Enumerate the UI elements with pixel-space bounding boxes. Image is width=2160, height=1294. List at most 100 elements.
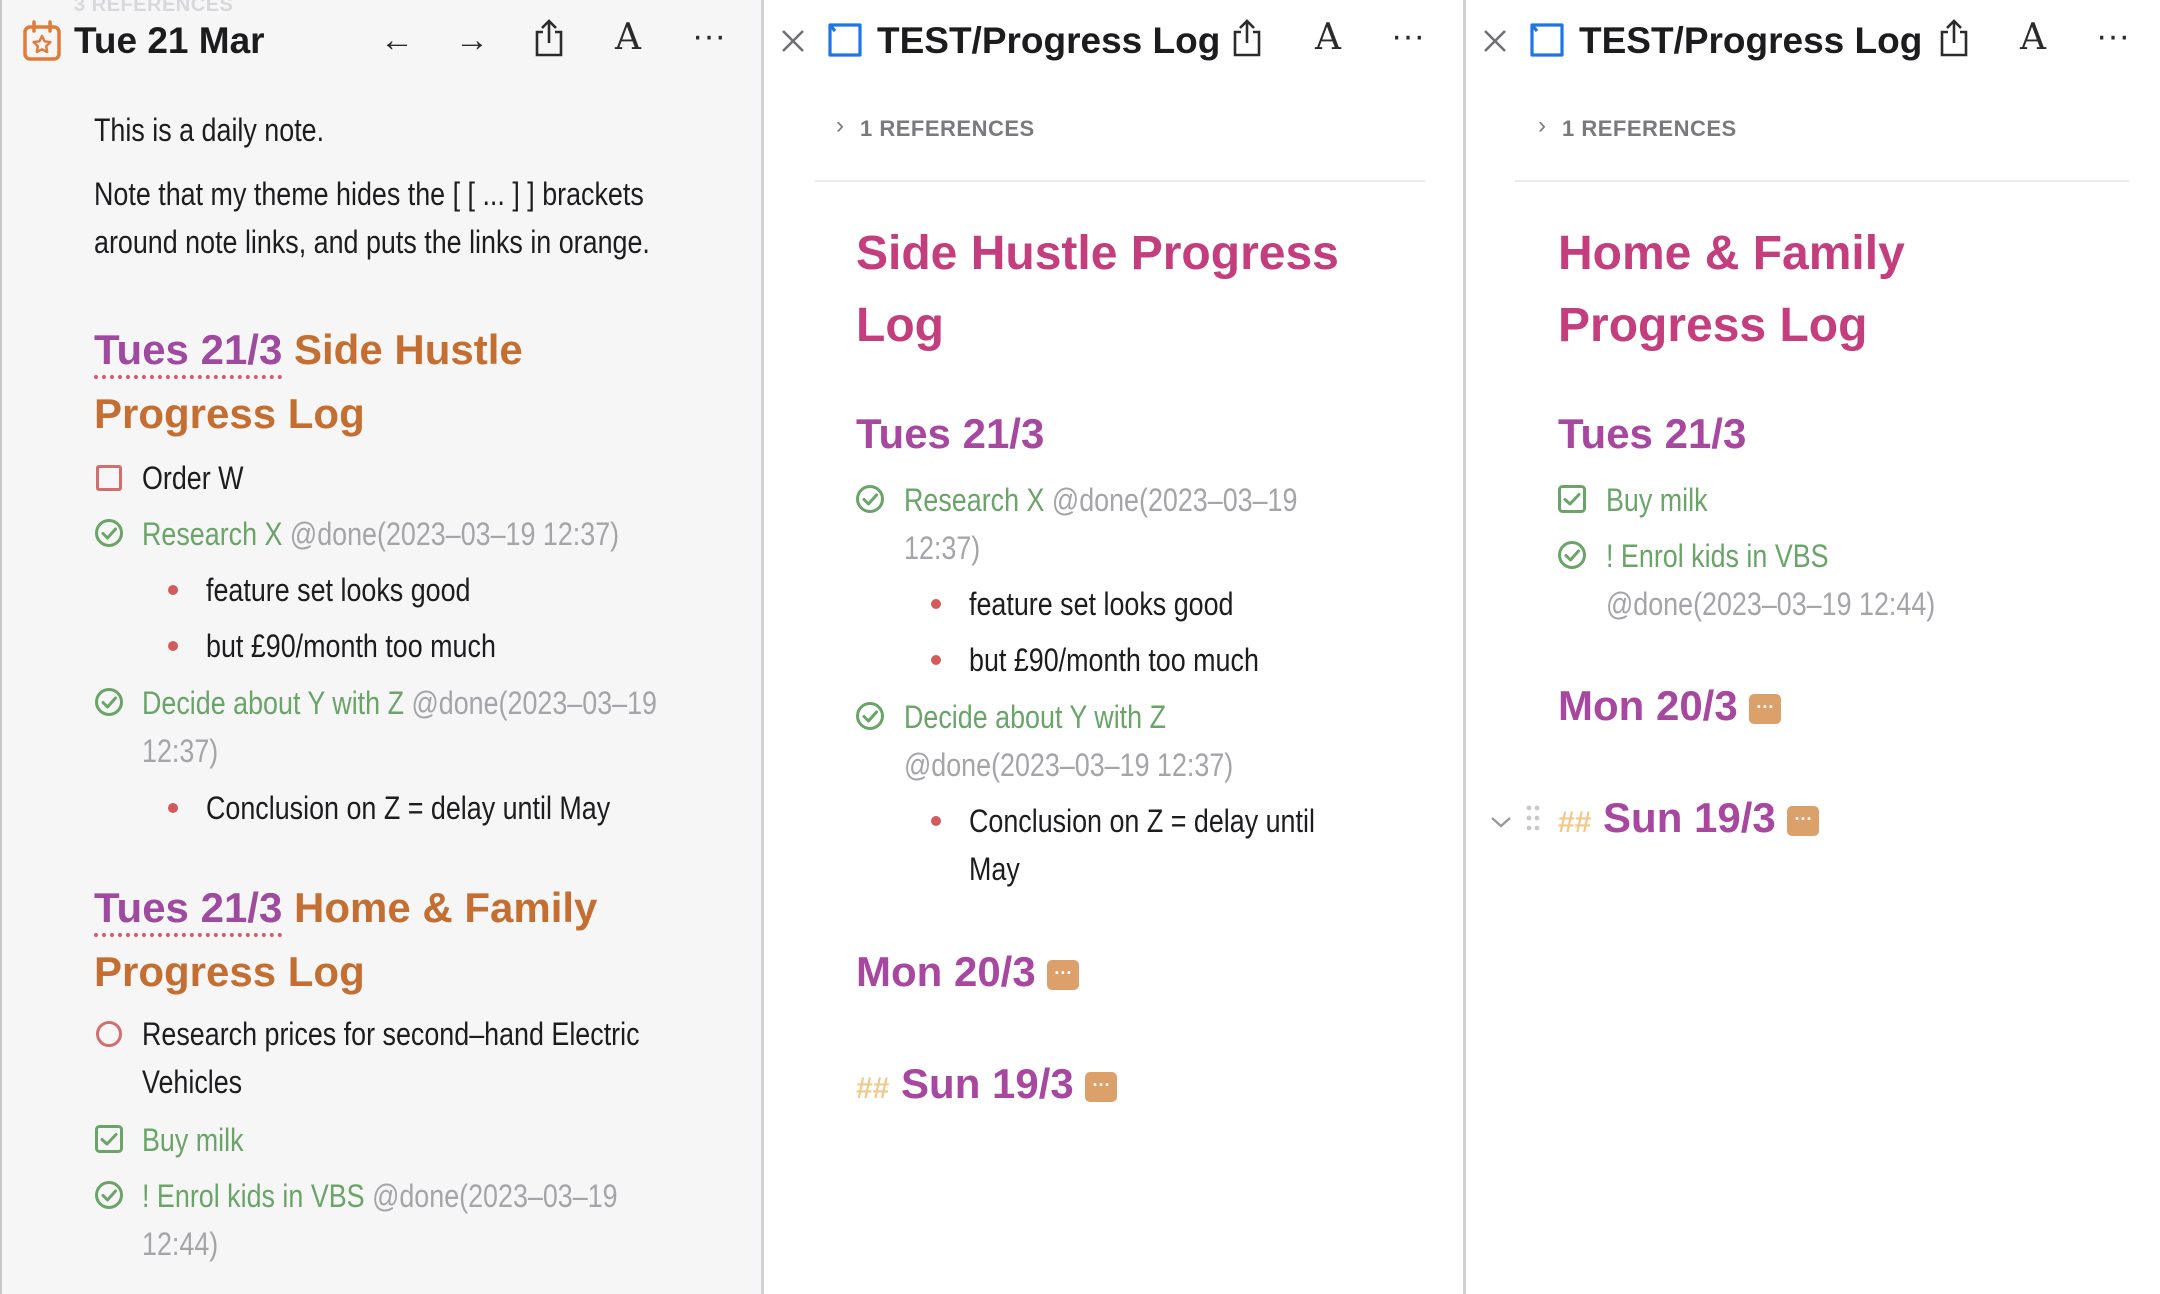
- done-check-icon[interactable]: [855, 701, 885, 736]
- arrow-left-icon[interactable]: ←: [375, 20, 419, 60]
- pane-title: TEST/Progress Log: [877, 20, 1221, 61]
- bullet-text: feature set looks good: [206, 572, 471, 608]
- intro-line: around note links, and puts the links in…: [94, 224, 650, 260]
- note-link[interactable]: Home & Family: [282, 884, 597, 931]
- note-title: Log: [856, 299, 944, 352]
- date-link[interactable]: Tues 21/3: [94, 884, 283, 937]
- close-icon[interactable]: [1481, 22, 1509, 62]
- more-icon[interactable]: ···: [1386, 16, 1430, 56]
- references-toggle[interactable]: 1 REFERENCES: [1562, 116, 1737, 142]
- task-text: ! Enrol kids in VBS: [1606, 538, 1829, 574]
- divider: [1515, 180, 2129, 182]
- font-icon[interactable]: A: [1306, 18, 1350, 58]
- date-heading-text: Sun 19/3: [901, 1060, 1074, 1107]
- done-check-icon[interactable]: [94, 1180, 124, 1215]
- heading-link-side-hustle[interactable]: Tues 21/3 Side Hustle: [94, 318, 523, 382]
- arrow-right-icon[interactable]: →: [450, 20, 494, 60]
- heading-link-home-family[interactable]: Tues 21/3 Home & Family: [94, 876, 597, 940]
- checklist-done-icon[interactable]: [1557, 484, 1587, 519]
- more-icon[interactable]: ···: [687, 16, 731, 56]
- calendar-icon: [22, 20, 62, 67]
- document-icon: [825, 22, 865, 63]
- date-link[interactable]: Tues 21/3: [94, 326, 283, 379]
- markdown-hash: ##: [1558, 806, 1592, 839]
- daily-note-pane: 3 REFERENCES Tue 21 Mar ← → A ··· This i…: [0, 0, 764, 1294]
- done-tag: @done(2023–03–19: [372, 1178, 618, 1214]
- done-check-icon[interactable]: [94, 518, 124, 553]
- bullet-text: Conclusion on Z = delay until May: [206, 790, 611, 826]
- side-hustle-pane: TEST/Progress Log A ··· › 1 REFERENCES S…: [767, 0, 1466, 1294]
- more-badge-icon[interactable]: ···: [1085, 1071, 1118, 1102]
- done-tag: @done(2023–03–19 12:37): [289, 516, 620, 552]
- home-family-pane: TEST/Progress Log A ··· › 1 REFERENCES H…: [1469, 0, 2160, 1294]
- done-tag: 12:37): [142, 733, 219, 769]
- note-title: Home & Family: [1558, 227, 1905, 280]
- note-link[interactable]: Progress Log: [94, 382, 365, 446]
- bullet-text: May: [969, 851, 1020, 887]
- note-title: Side Hustle Progress: [856, 227, 1339, 280]
- task-text: Order W: [142, 460, 244, 496]
- more-badge-icon[interactable]: ···: [1749, 693, 1782, 724]
- date-heading-text: Sun 19/3: [1603, 794, 1776, 841]
- markdown-hash: ##: [856, 1072, 890, 1105]
- date-heading: Mon 20/3 ···: [1558, 682, 1782, 730]
- done-check-icon[interactable]: [1557, 540, 1587, 575]
- ghost-references: 3 REFERENCES: [74, 0, 234, 16]
- share-icon[interactable]: [1230, 18, 1264, 63]
- date-heading: ## Sun 19/3 ···: [856, 1060, 1118, 1108]
- done-tag: @done(2023–03–19 12:44): [1606, 586, 1936, 622]
- done-check-icon[interactable]: [855, 484, 885, 519]
- bullet-text: Conclusion on Z = delay until: [969, 803, 1315, 839]
- chevron-right-icon[interactable]: ›: [1538, 112, 1546, 140]
- done-check-icon[interactable]: [94, 687, 124, 722]
- task-row: Decide about Y with Z @done(2023–03–19: [142, 679, 657, 727]
- task-text: Decide about Y with Z: [904, 699, 1166, 735]
- done-tag: @done(2023–03–19 12:37): [904, 747, 1234, 783]
- intro-line: Note that my theme hides the [ [ ... ] ]…: [94, 176, 644, 212]
- chevron-right-icon[interactable]: ›: [836, 112, 844, 140]
- more-icon[interactable]: ···: [2091, 16, 2135, 56]
- note-title: Progress Log: [1558, 299, 1868, 352]
- date-heading: Tues 21/3: [856, 410, 1045, 457]
- task-text: Research X: [142, 516, 283, 552]
- more-badge-icon[interactable]: ···: [1047, 959, 1080, 990]
- task-text: ! Enrol kids in VBS: [142, 1178, 365, 1214]
- bullet-text: but £90/month too much: [206, 628, 496, 664]
- task-text: Buy milk: [1606, 482, 1708, 518]
- bullet-icon: [931, 816, 941, 826]
- document-icon: [1527, 22, 1567, 63]
- references-toggle[interactable]: 1 REFERENCES: [860, 116, 1035, 142]
- intro-line: This is a daily note.: [94, 112, 325, 148]
- more-badge-icon[interactable]: ···: [1787, 805, 1820, 836]
- bullet-icon: [168, 803, 178, 813]
- date-heading: Mon 20/3 ···: [856, 948, 1080, 996]
- date-heading-text: Mon 20/3: [1558, 682, 1738, 729]
- task-text: Decide about Y with Z: [142, 685, 404, 721]
- open-task-icon[interactable]: [96, 1021, 122, 1047]
- done-tag: 12:37): [904, 530, 981, 566]
- note-link[interactable]: Progress Log: [94, 940, 365, 1004]
- drag-handle-icon[interactable]: [1525, 804, 1541, 837]
- done-tag: @done(2023–03–19: [411, 685, 657, 721]
- checklist-done-icon[interactable]: [94, 1124, 124, 1159]
- pane-title: TEST/Progress Log: [1579, 20, 1923, 61]
- task-row: Research X @done(2023–03–19 12:37): [142, 510, 619, 558]
- done-tag: @done(2023–03–19: [1044, 482, 1298, 518]
- task-row: Research X @done(2023–03–19: [904, 476, 1297, 524]
- task-text: Research prices for second–hand Electric: [142, 1016, 640, 1052]
- task-text: Vehicles: [142, 1064, 243, 1100]
- chevron-down-icon[interactable]: [1489, 806, 1513, 837]
- task-row: ! Enrol kids in VBS @done(2023–03–19: [142, 1172, 618, 1220]
- note-link[interactable]: Side Hustle: [282, 326, 523, 373]
- share-icon[interactable]: [532, 18, 566, 63]
- date-heading-text: Mon 20/3: [856, 948, 1036, 995]
- share-icon[interactable]: [1937, 18, 1971, 63]
- bullet-icon: [168, 641, 178, 651]
- date-heading: Tues 21/3: [1558, 410, 1747, 457]
- close-icon[interactable]: [779, 22, 807, 62]
- divider: [815, 180, 1425, 182]
- font-icon[interactable]: A: [606, 18, 650, 58]
- bullet-text: feature set looks good: [969, 586, 1234, 622]
- open-task-icon[interactable]: [96, 465, 122, 491]
- font-icon[interactable]: A: [2011, 18, 2055, 58]
